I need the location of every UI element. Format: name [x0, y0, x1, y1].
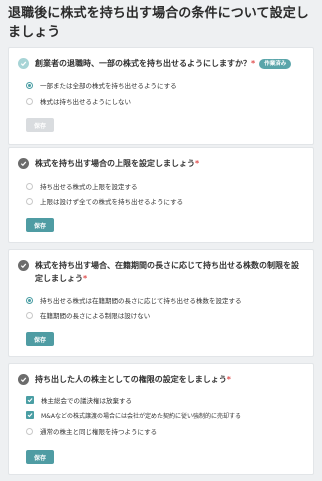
- section-header: 持ち出した人の株主としての権限の設定をしましょう*: [18, 373, 231, 386]
- section-card-shareholder-rights: 持ち出した人の株主としての権限の設定をしましょう* 株主総会での議決権は放棄する…: [8, 363, 314, 475]
- section-header: 株式を持ち出す場合、在籍期間の長さに応じて持ち出せる株数の制限を設 定しましょう*: [18, 259, 305, 285]
- option-drag-along-sale[interactable]: M&Aなどの株式譲渡の場合には会社が定めた契約に従い強制的に売却する: [26, 410, 241, 420]
- page-title: 退職後に株式を持ち出す場合の条件について設定しましょう: [8, 6, 309, 40]
- section-header: 創業者の退職時、一部の株式を持ち出せるようにしますか？* 作業済み: [18, 57, 292, 70]
- option-label: 株式は持ち出せるようにしない: [40, 98, 131, 106]
- option-no-tenure-limit[interactable]: 在籍期間の長さによる制限は設けない: [26, 310, 150, 320]
- section-card-upper-limit: 株式を持ち出す場合の上限を設定しましょう* 持ち出せる株式の上限を設定する 上限…: [8, 147, 314, 243]
- radio-button[interactable]: [26, 197, 33, 205]
- question-text: 持ち出した人の株主としての権限の設定をしましょう*: [35, 375, 231, 384]
- question-text: 創業者の退職時、一部の株式を持ち出せるようにしますか？*: [35, 59, 256, 68]
- question-text: 株式を持ち出す場合の上限を設定しましょう*: [35, 159, 200, 168]
- radio-button[interactable]: [26, 311, 33, 319]
- option-label: 持ち出せる株式は在籍期間の長さに応じて持ち出せる株数を設定する: [40, 297, 242, 305]
- required-mark: *: [226, 375, 231, 384]
- option-tenure-based-limit[interactable]: 持ち出せる株式は在籍期間の長さに応じて持ち出せる株数を設定する: [26, 295, 242, 305]
- option-waive-voting-rights[interactable]: 株主総会での議決権は放棄する: [26, 395, 132, 405]
- radio-button[interactable]: [26, 296, 33, 304]
- save-button[interactable]: 保存: [26, 450, 54, 464]
- required-mark: *: [251, 59, 256, 68]
- option-label: M&Aなどの株式譲渡の場合には会社が定めた契約に従い強制的に売却する: [41, 412, 241, 420]
- option-same-rights[interactable]: 通常の株主と同じ権限を持つようにする: [26, 426, 157, 436]
- section-card-tenure-limit: 株式を持ち出す場合、在籍期間の長さに応じて持ち出せる株数の制限を設 定しましょう*…: [8, 249, 314, 357]
- save-button[interactable]: 保存: [26, 218, 54, 232]
- save-button[interactable]: 保存: [26, 118, 54, 132]
- option-label: 上限は設けず全ての株式を持ち出せるようにする: [40, 198, 184, 206]
- section-card-exit-option: 創業者の退職時、一部の株式を持ち出せるようにしますか？* 作業済み 一部または全…: [8, 47, 314, 145]
- option-no-upper-limit[interactable]: 上限は設けず全ての株式を持ち出せるようにする: [26, 196, 183, 206]
- completed-check-icon: [18, 58, 29, 69]
- checkbox[interactable]: [26, 396, 34, 404]
- step-check-icon: [18, 158, 29, 169]
- option-label: 通常の株主と同じ権限を持つようにする: [40, 428, 158, 436]
- option-label: 持ち出せる株式の上限を設定する: [40, 183, 138, 191]
- required-mark: *: [83, 274, 88, 283]
- radio-button[interactable]: [26, 182, 33, 190]
- option-set-upper-limit[interactable]: 持ち出せる株式の上限を設定する: [26, 181, 138, 191]
- option-label: 株主総会での議決権は放棄する: [41, 397, 132, 405]
- save-button[interactable]: 保存: [26, 332, 54, 346]
- step-check-icon: [18, 374, 29, 385]
- required-mark: *: [195, 159, 200, 168]
- checkbox[interactable]: [26, 411, 34, 419]
- radio-button[interactable]: [26, 97, 33, 105]
- option-allow-take-out[interactable]: 一部または全部の株式を持ち出せるようにする: [26, 80, 177, 90]
- step-check-icon: [18, 260, 29, 271]
- option-label: 在籍期間の長さによる制限は設けない: [40, 312, 151, 320]
- radio-button[interactable]: [26, 81, 33, 89]
- option-disallow-take-out[interactable]: 株式は持ち出せるようにしない: [26, 96, 131, 106]
- question-text: 株式を持ち出す場合、在籍期間の長さに応じて持ち出せる株数の制限を設 定しましょう*: [35, 261, 299, 283]
- option-label: 一部または全部の株式を持ち出せるようにする: [40, 82, 177, 90]
- section-header: 株式を持ち出す場合の上限を設定しましょう*: [18, 157, 199, 170]
- radio-button[interactable]: [26, 427, 33, 435]
- status-badge: 作業済み: [259, 59, 292, 69]
